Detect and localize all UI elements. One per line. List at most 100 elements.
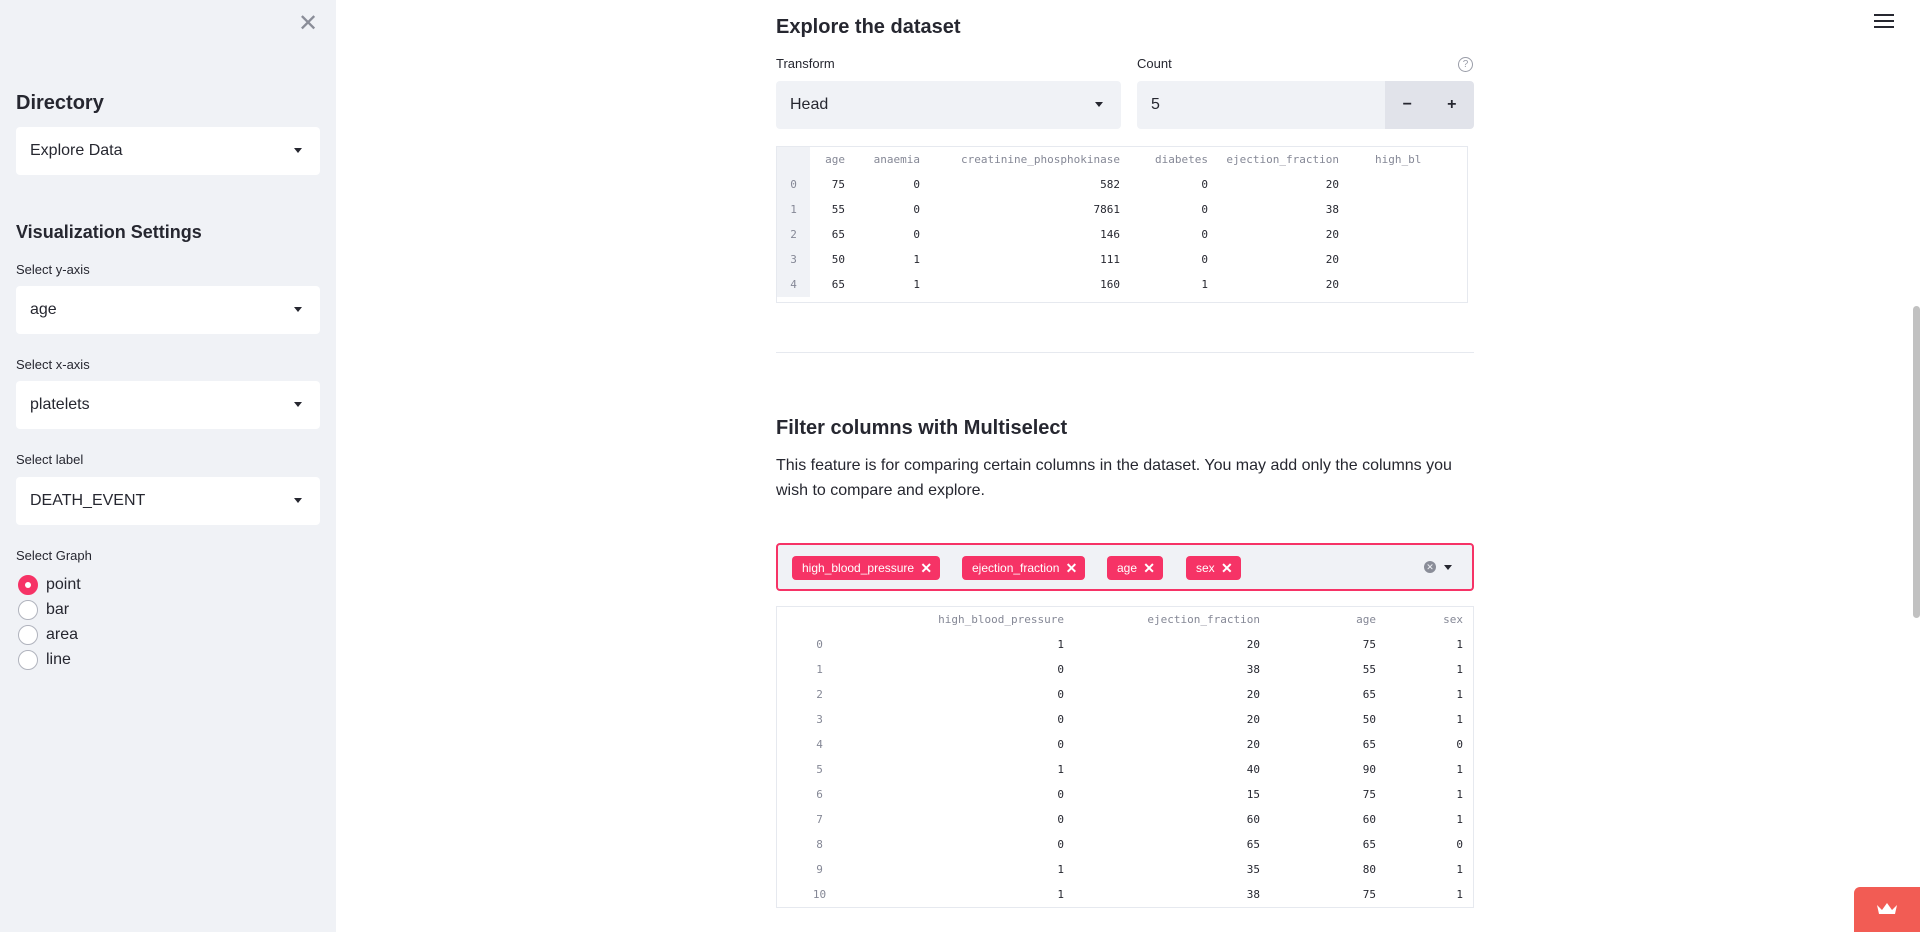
table-cell[interactable]: 20: [1218, 272, 1349, 297]
page-scrollbar[interactable]: [1913, 306, 1920, 618]
column-header[interactable]: creatinine_phosphokinase: [930, 147, 1130, 172]
table-cell[interactable]: 20: [1074, 632, 1270, 657]
table-cell[interactable]: 0: [1386, 732, 1473, 757]
table-cell[interactable]: 1: [862, 882, 1074, 907]
row-index[interactable]: 4: [777, 272, 810, 297]
table-cell[interactable]: 55: [1270, 657, 1386, 682]
table-cell[interactable]: 1: [1386, 882, 1473, 907]
table-cell[interactable]: 75: [1270, 882, 1386, 907]
caret-down-icon[interactable]: [1444, 565, 1452, 570]
table-cell[interactable]: 55: [810, 197, 855, 222]
row-index[interactable]: 10: [777, 882, 862, 907]
table-cell[interactable]: 160: [930, 272, 1130, 297]
table-cell[interactable]: 60: [1270, 807, 1386, 832]
table-cell[interactable]: 0: [862, 782, 1074, 807]
table-cell[interactable]: [1349, 222, 1467, 247]
table-cell[interactable]: 20: [1218, 247, 1349, 272]
table-cell[interactable]: 65: [810, 272, 855, 297]
streamlit-badge[interactable]: [1854, 887, 1920, 932]
hamburger-icon[interactable]: [1874, 14, 1894, 30]
table-cell[interactable]: 20: [1218, 172, 1349, 197]
table-cell[interactable]: 0: [1130, 222, 1218, 247]
table-cell[interactable]: 1: [855, 272, 930, 297]
column-header[interactable]: ejection_fraction: [1074, 607, 1270, 632]
row-index[interactable]: 7: [777, 807, 862, 832]
table-cell[interactable]: 0: [862, 657, 1074, 682]
chip-remove-icon[interactable]: ✕: [1221, 556, 1233, 580]
transform-select[interactable]: Head: [776, 81, 1121, 129]
table-cell[interactable]: [1349, 172, 1467, 197]
table-cell[interactable]: 1: [1130, 272, 1218, 297]
table-cell[interactable]: 75: [1270, 782, 1386, 807]
table-cell[interactable]: 50: [810, 247, 855, 272]
table-cell[interactable]: 7861: [930, 197, 1130, 222]
table-cell[interactable]: 65: [810, 222, 855, 247]
table-cell[interactable]: 80: [1270, 857, 1386, 882]
table-cell[interactable]: 75: [810, 172, 855, 197]
x-axis-select[interactable]: platelets: [16, 381, 320, 429]
table-cell[interactable]: 65: [1270, 682, 1386, 707]
table-cell[interactable]: 60: [1074, 807, 1270, 832]
clear-all-icon[interactable]: ✕: [1424, 561, 1436, 573]
table-cell[interactable]: 35: [1074, 857, 1270, 882]
table-cell[interactable]: 15: [1074, 782, 1270, 807]
table-cell[interactable]: 1: [1386, 632, 1473, 657]
table-cell[interactable]: 1: [1386, 757, 1473, 782]
table-cell[interactable]: 65: [1074, 832, 1270, 857]
column-header[interactable]: diabetes: [1130, 147, 1218, 172]
table-cell[interactable]: 1: [1386, 857, 1473, 882]
table-cell[interactable]: 1: [1386, 707, 1473, 732]
row-index[interactable]: 0: [777, 172, 810, 197]
table-cell[interactable]: 38: [1218, 197, 1349, 222]
column-header[interactable]: high_bl: [1349, 147, 1467, 172]
table-cell[interactable]: 40: [1074, 757, 1270, 782]
row-index[interactable]: 2: [777, 682, 862, 707]
table-cell[interactable]: [1349, 247, 1467, 272]
row-index[interactable]: 5: [777, 757, 862, 782]
table-cell[interactable]: 1: [862, 757, 1074, 782]
table-cell[interactable]: 1: [1386, 782, 1473, 807]
table-cell[interactable]: 20: [1074, 682, 1270, 707]
table-cell[interactable]: 65: [1270, 732, 1386, 757]
radio-button-checked[interactable]: [18, 575, 38, 595]
radio-area[interactable]: area: [18, 625, 78, 645]
table-cell[interactable]: 1: [862, 857, 1074, 882]
help-icon[interactable]: ?: [1458, 57, 1473, 72]
table-cell[interactable]: 38: [1074, 882, 1270, 907]
table-cell[interactable]: 0: [855, 222, 930, 247]
row-index[interactable]: 3: [777, 247, 810, 272]
count-input[interactable]: [1137, 81, 1385, 129]
table-cell[interactable]: [1349, 197, 1467, 222]
table-cell[interactable]: 0: [855, 172, 930, 197]
column-header[interactable]: age: [810, 147, 855, 172]
table-cell[interactable]: 38: [1074, 657, 1270, 682]
column-header[interactable]: ejection_fraction: [1218, 147, 1349, 172]
column-multiselect[interactable]: high_blood_pressure ✕ ejection_fraction …: [776, 543, 1474, 591]
radio-line[interactable]: line: [18, 650, 71, 670]
row-index[interactable]: 2: [777, 222, 810, 247]
table-cell[interactable]: 20: [1218, 222, 1349, 247]
table-cell[interactable]: 0: [862, 682, 1074, 707]
explore-dataframe[interactable]: age anaemia creatinine_phosphokinase dia…: [776, 146, 1468, 303]
table-cell[interactable]: 1: [862, 632, 1074, 657]
table-cell[interactable]: 0: [1130, 172, 1218, 197]
increment-button[interactable]: +: [1430, 81, 1475, 129]
table-cell[interactable]: 1: [1386, 807, 1473, 832]
table-cell[interactable]: 65: [1270, 832, 1386, 857]
column-header[interactable]: anaemia: [855, 147, 930, 172]
table-cell[interactable]: 0: [1386, 832, 1473, 857]
table-cell[interactable]: 1: [1386, 657, 1473, 682]
row-index[interactable]: 1: [777, 197, 810, 222]
table-cell[interactable]: 0: [862, 832, 1074, 857]
row-index[interactable]: 3: [777, 707, 862, 732]
chip-remove-icon[interactable]: ✕: [920, 556, 932, 580]
table-cell[interactable]: 111: [930, 247, 1130, 272]
table-cell[interactable]: 90: [1270, 757, 1386, 782]
table-cell[interactable]: 20: [1074, 732, 1270, 757]
label-select[interactable]: DEATH_EVENT: [16, 477, 320, 525]
radio-button[interactable]: [18, 625, 38, 645]
decrement-button[interactable]: −: [1385, 81, 1430, 129]
radio-point[interactable]: point: [18, 575, 81, 595]
table-cell[interactable]: 0: [862, 732, 1074, 757]
table-cell[interactable]: 1: [1386, 682, 1473, 707]
